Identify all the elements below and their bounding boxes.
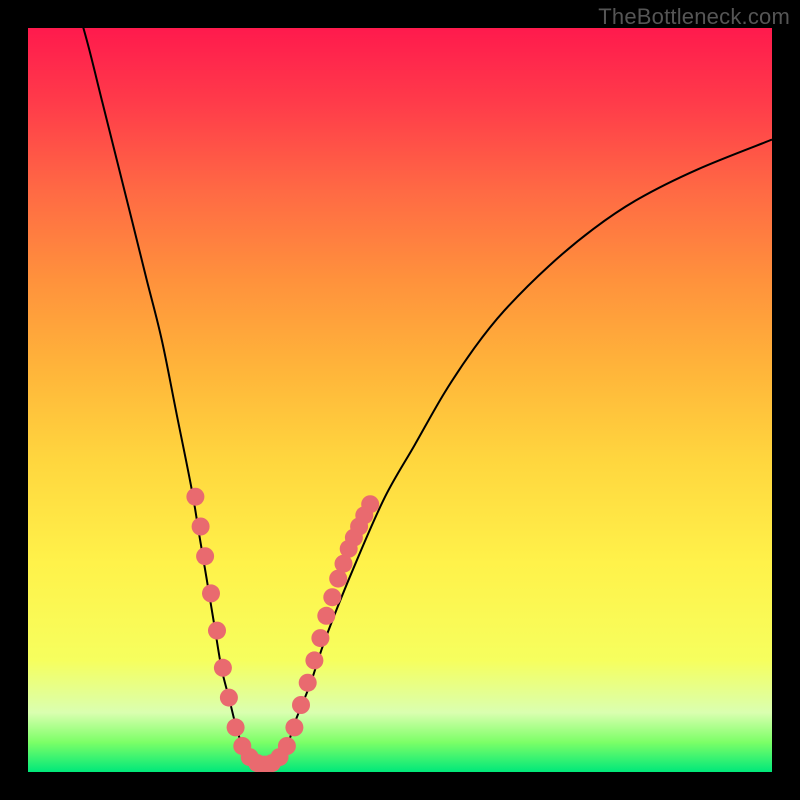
data-dot: [361, 495, 379, 513]
data-dot: [196, 547, 214, 565]
data-dot: [192, 518, 210, 536]
attribution-text: TheBottleneck.com: [598, 4, 790, 30]
data-dots: [186, 488, 379, 772]
data-dot: [292, 696, 310, 714]
data-dot: [214, 659, 232, 677]
data-dot: [220, 689, 238, 707]
chart-frame: TheBottleneck.com: [0, 0, 800, 800]
curve-layer: [28, 28, 772, 772]
data-dot: [278, 737, 296, 755]
data-dot: [208, 622, 226, 640]
data-dot: [227, 718, 245, 736]
data-dot: [305, 651, 323, 669]
plot-area: [28, 28, 772, 772]
data-dot: [323, 588, 341, 606]
v-curve: [73, 28, 772, 765]
data-dot: [299, 674, 317, 692]
data-dot: [317, 607, 335, 625]
data-dot: [285, 718, 303, 736]
data-dot: [202, 584, 220, 602]
data-dot: [311, 629, 329, 647]
data-dot: [186, 488, 204, 506]
